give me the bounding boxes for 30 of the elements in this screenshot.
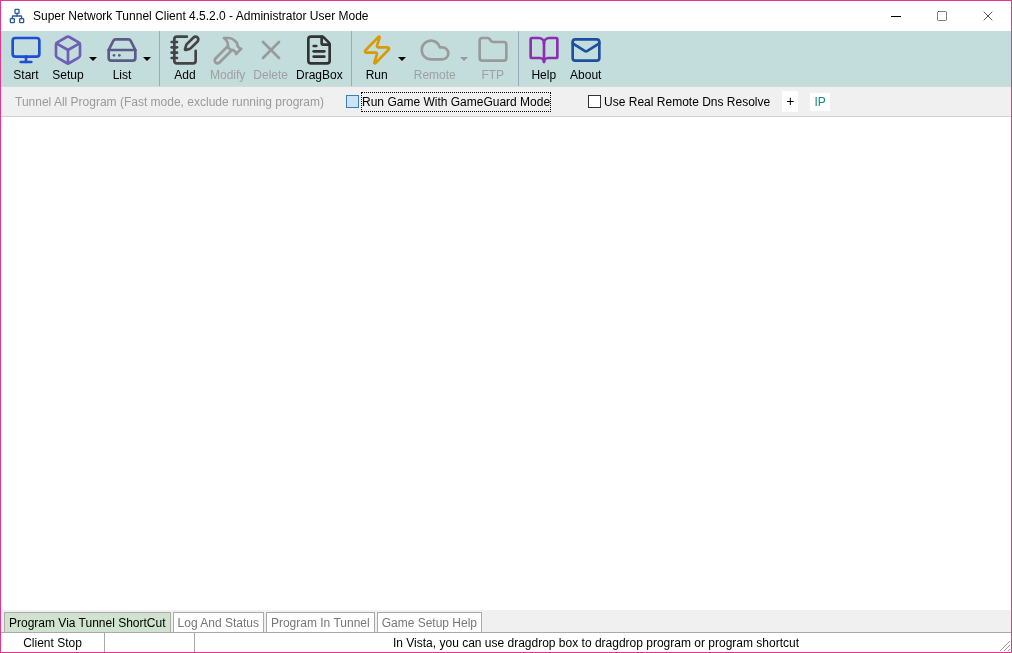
resize-grip-icon — [997, 638, 1011, 652]
caret-icon[interactable] — [143, 56, 151, 61]
status-message: In Vista, you can use dragdrop box to dragdrop program or program shortcut — [392, 634, 800, 652]
box-icon — [52, 33, 84, 66]
tab[interactable]: Program In Tunnel — [265, 612, 375, 632]
toolbar-button[interactable]: DragBox — [292, 33, 347, 84]
checkbox[interactable] — [588, 95, 602, 108]
toolbar-button[interactable]: Setup — [47, 33, 89, 84]
toolbar-button[interactable]: Run — [355, 33, 398, 84]
tab[interactable]: Log And Status — [172, 612, 264, 632]
checkbox-label: Use Real Remote Dns Resolve — [604, 93, 771, 111]
checkbox[interactable] — [346, 95, 360, 108]
toolbar-button[interactable]: List — [101, 33, 143, 84]
window-title: Super Network Tunnel Client 4.5.2.0 - Administrator User Mode — [33, 8, 369, 25]
checkbox-label: Run Game With GameGuard Mode — [362, 92, 551, 111]
status-text: Client Stop — [1, 633, 105, 652]
caret-icon[interactable] — [89, 56, 97, 61]
toolbar-button[interactable]: Start — [5, 33, 47, 84]
option-button[interactable]: IP — [810, 92, 830, 111]
tab[interactable]: Program Via Tunnel ShortCut — [4, 612, 171, 632]
tab[interactable]: Game Setup Help — [376, 612, 483, 632]
maximize-icon — [936, 10, 948, 22]
toolbar-button[interactable]: About — [564, 33, 607, 84]
toolbar-button[interactable]: Add — [164, 33, 206, 84]
toolbar-button[interactable]: Help — [522, 33, 565, 84]
minimize-icon — [891, 15, 901, 17]
app-icon — [9, 8, 25, 24]
notepad-icon — [169, 33, 201, 66]
option-button[interactable]: + — [782, 91, 799, 112]
caret-icon[interactable] — [397, 56, 406, 61]
